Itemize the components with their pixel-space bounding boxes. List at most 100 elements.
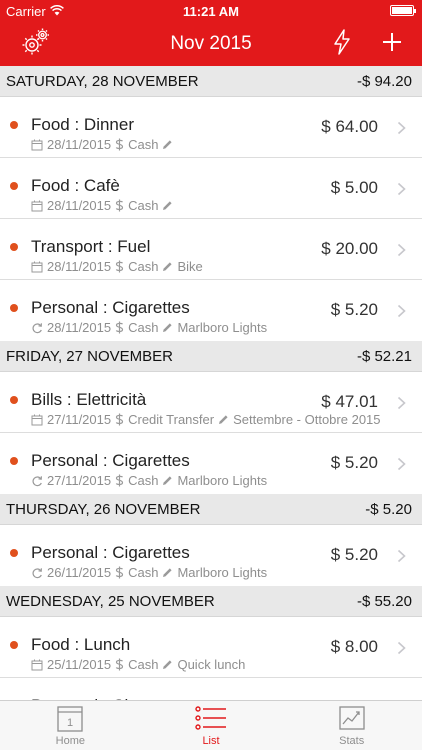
add-button[interactable]: [374, 28, 410, 60]
transaction-row[interactable]: Personal : Cigarettes$ 5.20: [0, 678, 422, 700]
tab-home-label: Home: [55, 735, 85, 747]
payment-method: Cash: [128, 657, 159, 672]
calendar-day: 1: [67, 717, 73, 729]
dollar-icon: [115, 138, 124, 151]
dollar-icon: [115, 474, 124, 487]
transaction-amount: $ 20.00: [321, 239, 378, 258]
pencil-icon: [218, 414, 229, 425]
section-header: THURSDAY, 26 NOVEMBER -$ 5.20: [0, 494, 422, 525]
plus-icon: [381, 31, 403, 58]
transaction-amount: $ 64.00: [321, 117, 378, 136]
repeat-icon: [31, 322, 43, 334]
transaction-meta: 26/11/2015 Cash Marlboro Lights: [31, 565, 267, 580]
pencil-icon: [162, 200, 173, 211]
payment-method: Cash: [128, 320, 159, 335]
tab-stats[interactable]: Stats: [281, 701, 422, 750]
transaction-amount: $ 5.20: [330, 545, 378, 564]
transaction-title: Personal : Cigarettes: [31, 298, 190, 317]
transaction-title: Food : Lunch: [31, 635, 131, 654]
payment-method: Cash: [128, 198, 159, 213]
dollar-icon: [115, 658, 124, 671]
dollar-icon: [115, 260, 124, 273]
transaction-meta: 25/11/2015 Cash Quick lunch: [31, 657, 245, 672]
transaction-meta: 27/11/2015 Credit Transfer Settembre - Ott…: [31, 412, 415, 427]
transaction-amount: $ 5.00: [330, 178, 378, 197]
transaction-note: Settembre - Ottobre 2015: [233, 412, 381, 427]
section-date: FRIDAY, 27 NOVEMBER: [6, 347, 173, 365]
status-dot: [10, 549, 18, 557]
status-dot: [10, 396, 18, 404]
navigation-bar: Nov 2015: [0, 22, 422, 66]
transaction-title: Personal : Cigarettes: [31, 451, 190, 470]
transaction-date: 28/11/2015: [47, 137, 112, 152]
section-rows: Food : Lunch 25/11/2015 Cash Quick lunch $ 8…: [0, 617, 422, 700]
calendar-icon: [31, 139, 43, 151]
transaction-row[interactable]: Food : Cafè 28/11/2015 Cash $ 5.00: [0, 158, 422, 219]
dollar-icon: [115, 566, 124, 579]
chevron-right-icon: [397, 641, 406, 660]
section-total: -$ 5.20: [365, 500, 412, 518]
lightning-icon: [333, 28, 351, 60]
calendar-icon: [31, 659, 43, 671]
transaction-title: Bills : Elettricità: [31, 390, 147, 409]
status-dot: [10, 457, 18, 465]
transaction-amount: $ 8.00: [330, 637, 378, 656]
calendar-icon: [31, 261, 43, 273]
transaction-note: Marlboro Lights: [177, 320, 268, 335]
status-dot: [10, 121, 18, 129]
status-dot: [10, 304, 18, 312]
chevron-right-icon: [397, 304, 406, 323]
tab-list[interactable]: List: [141, 701, 282, 750]
transaction-list[interactable]: SATURDAY, 28 NOVEMBER -$ 94.20 Food : Dinn…: [0, 66, 422, 700]
repeat-icon: [31, 475, 43, 487]
tab-home[interactable]: 1 Home: [0, 701, 141, 750]
section-date: SATURDAY, 28 NOVEMBER: [6, 72, 199, 90]
transaction-meta: 28/11/2015 Cash: [31, 198, 173, 213]
calendar-icon: 1: [56, 703, 84, 733]
pencil-icon: [162, 261, 173, 272]
transaction-row[interactable]: Food : Dinner 28/11/2015 Cash $ 64.00: [0, 97, 422, 158]
status-dot: [10, 641, 18, 649]
transaction-amount: $ 5.20: [330, 453, 378, 472]
tab-list-label: List: [202, 735, 220, 747]
payment-method: Credit Transfer: [128, 412, 215, 427]
transaction-row[interactable]: Personal : Cigarettes 26/11/2015 Cash Marlb…: [0, 525, 422, 586]
repeat-icon: [31, 567, 43, 579]
section-header: SATURDAY, 28 NOVEMBER -$ 94.20: [0, 66, 422, 97]
section-total: -$ 94.20: [356, 72, 412, 90]
pencil-icon: [162, 659, 173, 670]
chevron-right-icon: [397, 549, 406, 568]
payment-method: Cash: [128, 473, 159, 488]
pencil-icon: [162, 567, 173, 578]
pencil-icon: [162, 475, 173, 486]
chevron-right-icon: [397, 396, 406, 415]
transaction-date: 26/11/2015: [47, 565, 112, 580]
transaction-date: 28/11/2015: [47, 198, 112, 213]
transaction-date: 27/11/2015: [47, 412, 112, 427]
transaction-row[interactable]: Bills : Elettricità 27/11/2015 Credit Tran…: [0, 372, 422, 433]
quick-add-button[interactable]: [324, 28, 360, 60]
transaction-note: Bike: [177, 259, 203, 274]
section-rows: Personal : Cigarettes 26/11/2015 Cash Marlb…: [0, 525, 422, 586]
chevron-right-icon: [397, 457, 406, 476]
transaction-row[interactable]: Transport : Fuel 28/11/2015 Cash Bike $ 20.0…: [0, 219, 422, 280]
transaction-amount: $ 47.01: [321, 392, 378, 411]
transaction-row[interactable]: Personal : Cigarettes 27/11/2015 Cash Marlb…: [0, 433, 422, 494]
section-header: WEDNESDAY, 25 NOVEMBER -$ 55.20: [0, 586, 422, 617]
transaction-title: Food : Dinner: [31, 115, 134, 134]
status-time: 11:21 AM: [183, 4, 239, 19]
transaction-date: 25/11/2015: [47, 657, 112, 672]
chevron-right-icon: [397, 243, 406, 262]
transaction-meta: 28/11/2015 Cash Marlboro Lights: [31, 320, 267, 335]
dollar-icon: [115, 199, 124, 212]
payment-method: Cash: [128, 137, 159, 152]
payment-method: Cash: [128, 259, 159, 274]
battery-icon: [390, 5, 416, 16]
list-icon: [195, 703, 227, 733]
transaction-row[interactable]: Personal : Cigarettes 28/11/2015 Cash Marlb…: [0, 280, 422, 341]
transaction-amount: $ 5.20: [330, 300, 378, 319]
payment-method: Cash: [128, 565, 159, 580]
transaction-row[interactable]: Food : Lunch 25/11/2015 Cash Quick lunch $ 8…: [0, 617, 422, 678]
section-rows: Food : Dinner 28/11/2015 Cash $ 64.00 Food :…: [0, 97, 422, 341]
transaction-note: Quick lunch: [177, 657, 246, 672]
